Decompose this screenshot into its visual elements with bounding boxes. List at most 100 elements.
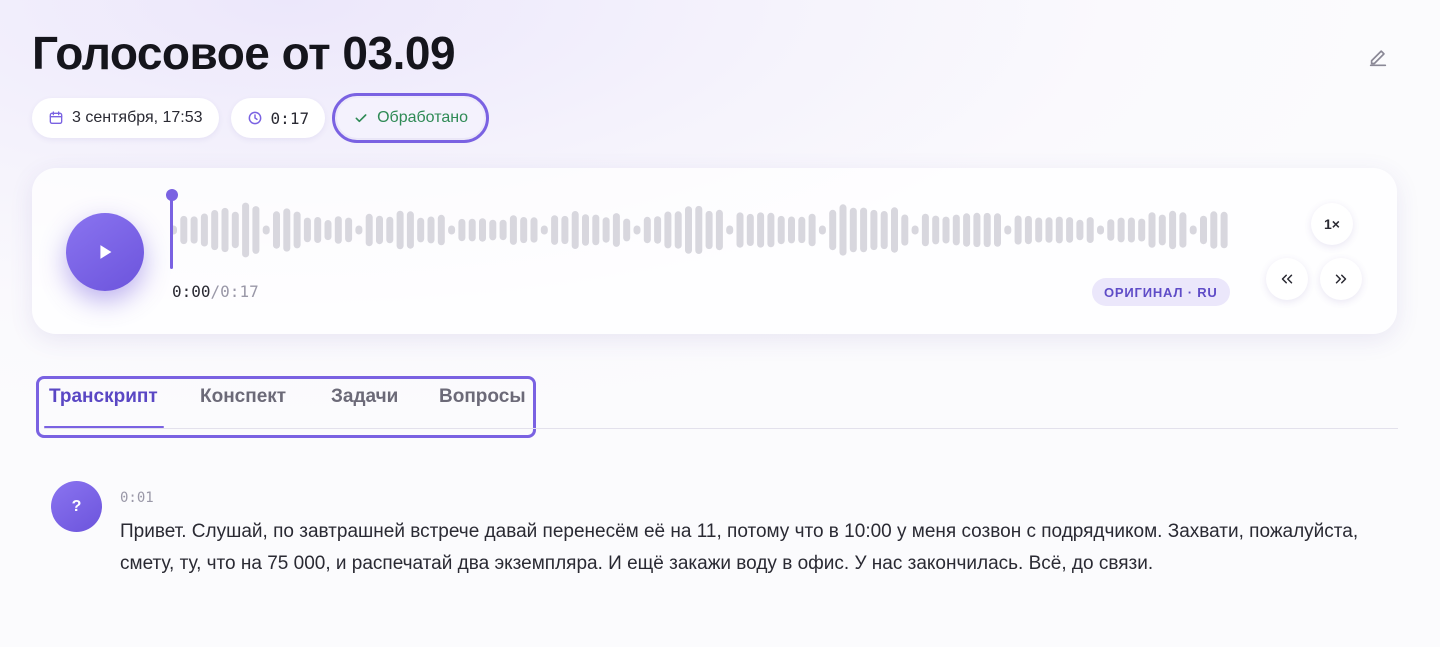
waveform-bar: [654, 216, 662, 244]
waveform-bar: [1066, 217, 1074, 243]
waveform-bar: [211, 210, 219, 251]
waveform-seek-bar[interactable]: [170, 188, 1240, 273]
tab-questions[interactable]: Вопросы: [439, 386, 526, 408]
waveform-bar: [540, 225, 548, 235]
waveform-bar: [777, 215, 785, 245]
waveform-bar: [180, 215, 188, 245]
time-readout: 0:00/0:17: [172, 282, 259, 301]
waveform-bar: [695, 205, 703, 254]
active-tab-indicator: [44, 426, 164, 428]
waveform-bar: [1138, 218, 1146, 242]
waveform-bar: [499, 219, 507, 241]
date-text: 3 сентября, 17:53: [72, 109, 203, 126]
waveform-bar: [1200, 215, 1207, 245]
waveform-bar: [551, 215, 559, 245]
waveform-bar: [1107, 219, 1115, 241]
waveform-bar: [1179, 212, 1187, 248]
waveform-bar: [1158, 214, 1166, 246]
waveform-bar: [901, 214, 909, 246]
rewind-button[interactable]: [1266, 258, 1308, 300]
waveform-bar: [1035, 217, 1043, 243]
waveform-bar: [1097, 225, 1104, 235]
waveform-bar: [231, 211, 239, 249]
clock-icon: [248, 111, 261, 125]
duration-chip: 0:17: [230, 98, 326, 138]
waveform-bar: [448, 225, 456, 235]
waveform-bar: [1220, 211, 1228, 249]
waveform-bar: [530, 217, 538, 243]
tab-tasks[interactable]: Задачи: [331, 386, 398, 408]
waveform-bar: [757, 212, 765, 248]
waveform-bar: [252, 206, 260, 254]
waveform-bar: [746, 213, 754, 246]
status-badge: Обработано: [332, 93, 489, 143]
waveform-bar: [860, 207, 868, 253]
waveform-bar: [242, 202, 250, 258]
waveform-bar: [963, 213, 971, 247]
waveform-bar: [736, 212, 744, 248]
waveform-bar: [994, 213, 1001, 247]
waveform-bar: [1210, 211, 1218, 249]
waveform-bar: [664, 211, 672, 249]
page-title: Голосовое от 03.09: [32, 27, 456, 79]
speaker-avatar: ?: [51, 481, 102, 532]
playhead-handle[interactable]: [166, 189, 178, 271]
waveform-bar: [571, 211, 579, 249]
total-time: 0:17: [220, 282, 259, 301]
waveform-bar: [870, 209, 878, 251]
play-button[interactable]: [66, 213, 144, 291]
waveform-bar: [1169, 210, 1177, 250]
waveform-bar: [314, 217, 322, 243]
waveform-bar: [911, 225, 919, 235]
waveform-bar: [479, 218, 486, 242]
waveform-bar: [839, 204, 847, 256]
segment-timestamp[interactable]: 0:01: [120, 490, 154, 506]
waveform-bar: [829, 209, 837, 251]
meta-chips: 3 сентября, 17:53 0:17 Обработано: [32, 93, 489, 143]
waveform-bar: [1045, 217, 1053, 243]
waveform-bar: [891, 207, 898, 253]
forward-button[interactable]: [1320, 258, 1362, 300]
waveform-bar: [1127, 217, 1135, 243]
waveform-bar: [561, 215, 569, 245]
edit-button[interactable]: [1362, 42, 1394, 74]
waveform-bar: [468, 218, 476, 242]
waveform-bar: [798, 216, 806, 244]
waveform-bar: [345, 217, 353, 243]
waveform-bar: [406, 211, 414, 249]
speed-button[interactable]: 1×: [1311, 203, 1353, 245]
date-chip: 3 сентября, 17:53: [32, 98, 219, 138]
waveform-bar: [633, 225, 641, 235]
rewind-icon: [1281, 274, 1293, 284]
waveform-bar: [1024, 215, 1032, 245]
waveform-bar: [396, 210, 404, 250]
waveform-bar: [376, 215, 383, 245]
waveform-bar: [1055, 216, 1063, 244]
play-icon: [100, 245, 112, 259]
status-text: Обработано: [377, 109, 468, 126]
waveform-bar: [427, 216, 435, 244]
waveform-bar: [489, 219, 497, 241]
waveform-bar: [582, 214, 589, 246]
waveform-bar: [623, 218, 631, 242]
waveform-bar: [200, 213, 208, 247]
duration-text: 0:17: [270, 108, 310, 128]
waveform-bar: [1004, 225, 1012, 235]
calendar-icon: [49, 111, 63, 124]
tab-transcript[interactable]: Транскрипт: [49, 386, 158, 408]
waveform-bar: [952, 214, 960, 246]
pencil-icon: [1369, 50, 1387, 67]
waveform-bar: [788, 216, 795, 244]
waveform-bar: [437, 214, 445, 246]
waveform-bar: [293, 211, 301, 249]
waveform-bar: [509, 215, 517, 245]
waveform-bar: [983, 212, 991, 248]
waveform-bar: [592, 214, 600, 246]
language-badge: ОРИГИНАЛ · RU: [1092, 278, 1230, 306]
current-time: 0:00: [172, 282, 211, 301]
waveform-bar: [520, 217, 528, 244]
waveform-bar: [1117, 217, 1125, 243]
waveform-bar: [767, 212, 775, 248]
tab-summary[interactable]: Конспект: [200, 386, 286, 408]
waveform-bar: [417, 217, 425, 243]
